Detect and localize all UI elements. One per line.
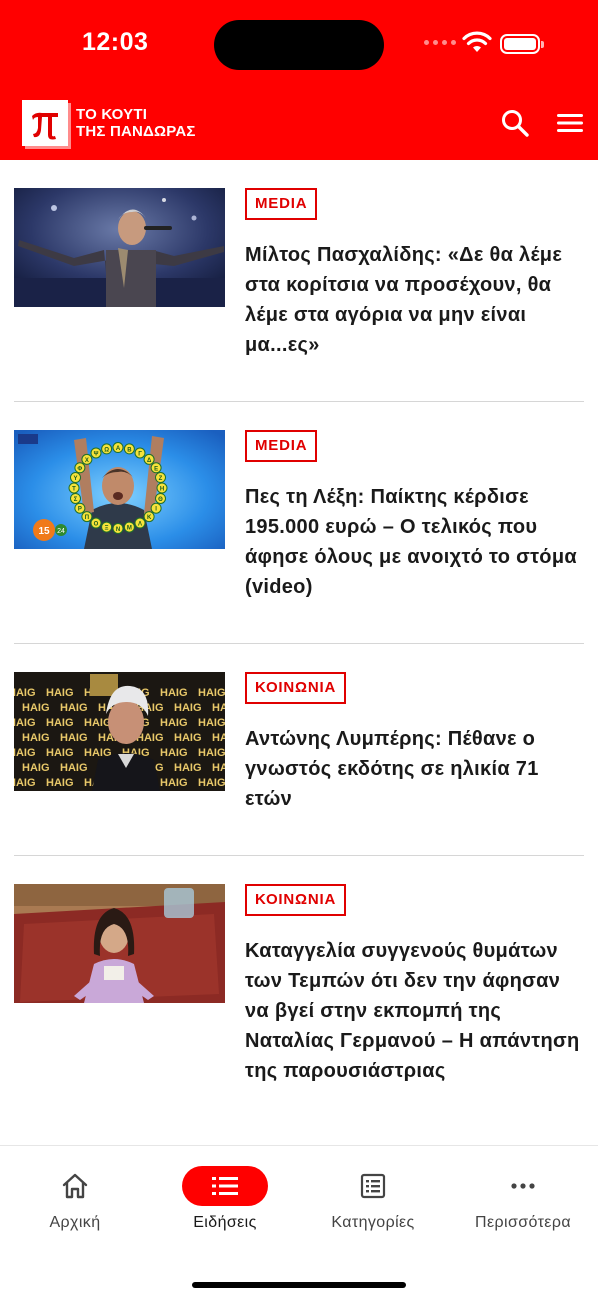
article-thumbnail-quiz-show: Α ΒΓΔΕΖΗΘΙΚΛΜΝΞΟΠΡΣΤΥΦΧΨΩ 15 24 — [14, 430, 225, 549]
nav-label: Περισσότερα — [475, 1214, 571, 1231]
nav-label: Αρχική — [49, 1214, 101, 1231]
sponsor-wall-text: HAIG — [14, 777, 36, 789]
scroll-fade — [0, 1095, 598, 1145]
newspaper-icon — [360, 1173, 386, 1199]
quiz-letter: Ο — [94, 522, 99, 528]
hamburger-menu-icon[interactable] — [556, 110, 584, 136]
app-logo[interactable]: ΤΟ ΚΟΥΤΙ ΤΗΣ ΠΑΝΔΩΡΑΣ — [22, 100, 196, 146]
logo-line1: ΤΟ ΚΟΥΤΙ — [76, 106, 148, 123]
quiz-letter: Φ — [77, 466, 82, 472]
sponsor-wall-text: HAIG — [46, 747, 74, 759]
wifi-icon — [462, 31, 492, 52]
article-thumbnail-presenter — [14, 884, 225, 1003]
nav-label: Κατηγορίες — [331, 1214, 415, 1231]
quiz-letter: Β — [127, 447, 132, 453]
sponsor-wall-text: HAIG — [198, 687, 225, 699]
pi-icon — [22, 100, 68, 146]
app-header: 12:03 ΤΟ ΚΟΥΤΙ ΤΗΣ ΠΑΝΔΩΡΑΣ — [0, 0, 598, 160]
quiz-letter: Ε — [154, 466, 158, 472]
home-icon — [62, 1173, 88, 1199]
list-icon — [212, 1177, 238, 1195]
sponsor-wall-text: HAIG — [198, 777, 225, 789]
article-title[interactable]: Καταγγελία συγγενούς θυμάτων των Τεμπών … — [245, 936, 585, 1086]
article-thumbnail-portrait: HAIG HAIG HAIG HAIG HAIG HAIG HAIG HAIG HAIG HAIG… — [14, 672, 225, 791]
sponsor-wall-text: HAIG — [160, 687, 188, 699]
quiz-letter: Χ — [85, 458, 89, 464]
sponsor-wall-text: HAIG — [60, 732, 88, 744]
quiz-letter: Ω — [104, 447, 109, 453]
sponsor-wall-text: HAIG — [198, 747, 225, 759]
sponsor-wall-text: HAIG — [22, 762, 50, 774]
quiz-timer: 24 — [57, 528, 65, 535]
category-tag[interactable]: ΚΟΙΝΩΝΙΑ — [245, 884, 347, 916]
quiz-letter: Ψ — [94, 451, 99, 457]
quiz-letter: Η — [160, 487, 164, 493]
dynamic-island — [214, 20, 384, 70]
quiz-letter: Α — [116, 446, 121, 452]
sponsor-wall-text: HAIG — [22, 702, 50, 714]
logo-line2: ΤΗΣ ΠΑΝΔΩΡΑΣ — [76, 123, 196, 140]
sponsor-wall-text: HAIG — [160, 717, 188, 729]
sponsor-wall-text: HAIG — [174, 732, 202, 744]
sponsor-wall-text: HAIG — [212, 732, 225, 744]
sponsor-wall-text: HAIG — [46, 687, 74, 699]
signal-icon — [424, 40, 456, 45]
quiz-letter: Κ — [147, 515, 152, 521]
sponsor-wall-text: HAIG — [22, 732, 50, 744]
home-indicator — [192, 1282, 406, 1288]
search-icon[interactable] — [500, 108, 530, 138]
sponsor-wall-text: HAIG — [212, 762, 225, 774]
sponsor-wall-text: HAIG — [14, 687, 36, 699]
quiz-letter: Ν — [116, 527, 120, 533]
sponsor-wall-text: HAIG — [60, 762, 88, 774]
quiz-letter: Ξ — [105, 526, 109, 532]
sponsor-wall-text: HAIG — [160, 747, 188, 759]
category-tag[interactable]: MEDIA — [245, 430, 318, 462]
quiz-letter: Θ — [158, 497, 163, 503]
quiz-letter: Σ — [74, 497, 78, 503]
sponsor-wall-text: HAIG — [198, 717, 225, 729]
sponsor-wall-text: HAIG — [84, 717, 112, 729]
divider — [14, 643, 584, 644]
article-title[interactable]: Αντώνης Λυμπέρης: Πέθανε ο γνωστός εκδότ… — [245, 724, 585, 814]
sponsor-wall-text: HAIG — [46, 717, 74, 729]
article-title[interactable]: Μίλτος Πασχαλίδης: «Δε θα λέμε στα κορίτ… — [245, 240, 585, 360]
quiz-letter: Γ — [138, 451, 142, 457]
quiz-letter: Π — [85, 515, 89, 521]
category-tag[interactable]: MEDIA — [245, 188, 318, 220]
article-title[interactable]: Πες τη Λέξη: Παίκτης κέρδισε 195.000 ευρ… — [245, 482, 585, 602]
category-tag[interactable]: ΚΟΙΝΩΝΙΑ — [245, 672, 347, 704]
sponsor-wall-text: HAIG — [14, 717, 36, 729]
quiz-letter: Ρ — [78, 507, 82, 513]
status-time: 12:03 — [82, 28, 149, 56]
bottom-navigation: Αρχική Ειδήσεις Κατηγορίες Περισσότερα — [0, 1145, 598, 1300]
quiz-score: 15 — [38, 526, 50, 537]
divider — [14, 855, 584, 856]
quiz-letter: Τ — [72, 487, 76, 493]
sponsor-wall-text: HAIG — [212, 702, 225, 714]
quiz-letter: Μ — [127, 526, 132, 532]
quiz-letter: Ζ — [159, 476, 163, 482]
active-pill — [182, 1166, 268, 1206]
sponsor-wall-text: HAIG — [14, 747, 36, 759]
sponsor-wall-text: HAIG — [46, 777, 74, 789]
quiz-letter: Δ — [147, 458, 152, 464]
sponsor-wall-text: HAIG — [60, 702, 88, 714]
nav-label: Ειδήσεις — [193, 1214, 257, 1231]
article-thumbnail-concert — [14, 188, 225, 307]
sponsor-wall-text: HAIG — [174, 762, 202, 774]
quiz-letter: Υ — [73, 476, 77, 482]
sponsor-wall-text: HAIG — [174, 702, 202, 714]
battery-icon — [500, 34, 544, 54]
divider — [14, 401, 584, 402]
sponsor-wall-text: HAIG — [160, 777, 188, 789]
more-icon — [511, 1183, 535, 1189]
quiz-letter: Λ — [138, 522, 142, 528]
